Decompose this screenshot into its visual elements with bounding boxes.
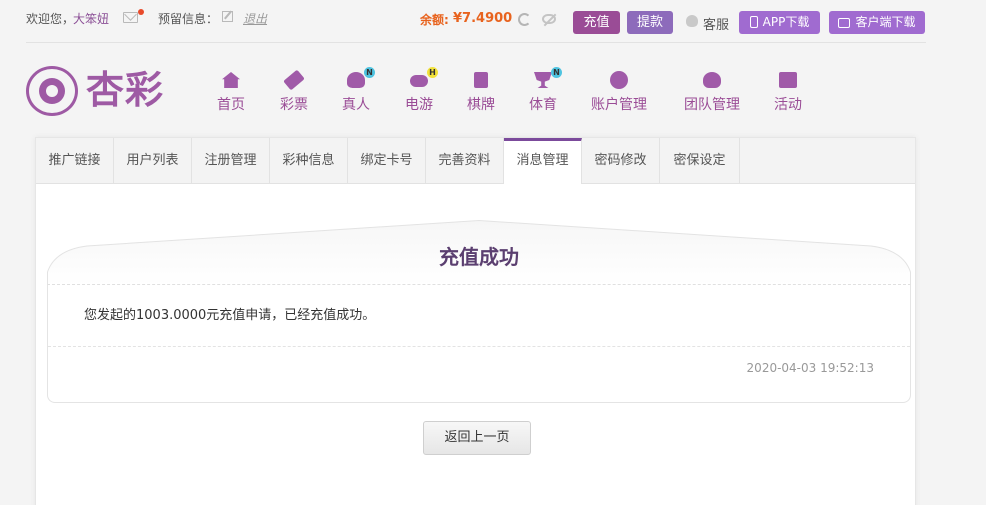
lottery-ticket-icon [282,69,306,91]
customer-service-icon [686,15,698,27]
site-logo[interactable]: 杏彩 [26,64,166,118]
message-divider [48,346,910,347]
gift-icon [776,69,800,91]
content-panel: 推广链接 用户列表 注册管理 彩种信息 绑定卡号 完善资料 消息管理 密码修改 … [35,137,916,505]
nav-sports[interactable]: N 体育 [524,67,562,115]
message-body: 您发起的1003.0000元充值申请，已经充值成功。 2020-04-03 19… [47,284,911,403]
nav-account[interactable]: 账户管理 [588,69,650,115]
balance-label: 余额: [420,13,449,27]
nav-badge: N [364,67,375,78]
cards-icon [469,69,493,91]
back-button[interactable]: 返回上一页 [423,421,531,455]
refresh-icon[interactable] [518,13,531,26]
withdraw-button[interactable]: 提款 [627,11,673,34]
tab-messages[interactable]: 消息管理 [504,138,582,184]
customer-service-label: 客服 [703,18,730,33]
client-download-label: 客户端下载 [855,15,916,29]
gamepad-icon: H [407,67,438,91]
username[interactable]: 大笨妞 [73,11,109,27]
nav-home[interactable]: 首页 [212,69,250,115]
message-card: 充值成功 您发起的1003.0000元充值申请，已经充值成功。 2020-04-… [47,220,911,403]
tab-bind-card[interactable]: 绑定卡号 [348,138,426,184]
logo-text: 杏彩 [86,68,165,112]
tab-user-list[interactable]: 用户列表 [114,138,192,184]
tab-registration[interactable]: 注册管理 [192,138,270,184]
nav-label: 体育 [529,97,557,113]
nav-label: 团队管理 [684,97,740,113]
nav-team[interactable]: 团队管理 [681,69,743,115]
message-title: 充值成功 [439,245,519,269]
message-timestamp: 2020-04-03 19:52:13 [746,361,874,375]
nav-label: 电游 [405,97,433,113]
nav-label: 首页 [217,97,245,113]
logo-emblem-icon [26,66,78,116]
nav-live[interactable]: N 真人 [337,67,375,115]
topbar-divider [26,42,926,43]
logout-link[interactable]: 退出 [243,11,267,27]
nav-lottery[interactable]: 彩票 [275,69,313,115]
tab-profile[interactable]: 完善资料 [426,138,504,184]
nav-label: 彩票 [280,97,308,113]
hide-balance-icon[interactable] [542,14,556,24]
home-icon [219,69,243,91]
phone-icon [749,16,758,28]
app-download-button[interactable]: APP下载 [739,11,820,34]
nav-label: 活动 [774,97,802,113]
nav-badge: N [551,67,562,78]
tab-lottery-info[interactable]: 彩种信息 [270,138,348,184]
coin-icon [607,69,631,91]
nav-badge: H [427,67,438,78]
account-tabs: 推广链接 用户列表 注册管理 彩种信息 绑定卡号 完善资料 消息管理 密码修改 … [36,138,915,184]
team-icon [700,69,724,91]
mail-icon[interactable] [123,12,138,23]
client-download-button[interactable]: 客户端下载 [829,11,925,34]
welcome-text: 欢迎您， [26,12,75,26]
nav-label: 棋牌 [467,97,495,113]
nav-label: 账户管理 [591,97,647,113]
tab-password[interactable]: 密码修改 [582,138,660,184]
recharge-button[interactable]: 充值 [573,11,620,34]
message-text: 您发起的1003.0000元充值申请，已经充值成功。 [84,308,376,323]
tab-security-question[interactable]: 密保设定 [660,138,740,184]
live-dealer-icon: N [344,67,375,91]
tab-promo-link[interactable]: 推广链接 [36,138,114,184]
nav-cards[interactable]: 棋牌 [462,69,500,115]
nav-promotions[interactable]: 活动 [771,69,805,115]
unread-dot [138,9,144,15]
top-bar: 欢迎您， 大笨妞 预留信息： 退出 余额: ¥7.4900 充值 提款 客服 A… [0,0,986,42]
nav-egames[interactable]: H 电游 [399,67,439,115]
balance-value: ¥7.4900 [453,11,513,26]
reserve-info-label: 预留信息： [158,12,219,26]
app-download-label: APP下载 [762,15,810,29]
edit-icon[interactable] [222,11,233,22]
nav-label: 真人 [342,97,370,113]
trophy-icon: N [531,67,562,91]
monitor-icon [838,18,851,28]
